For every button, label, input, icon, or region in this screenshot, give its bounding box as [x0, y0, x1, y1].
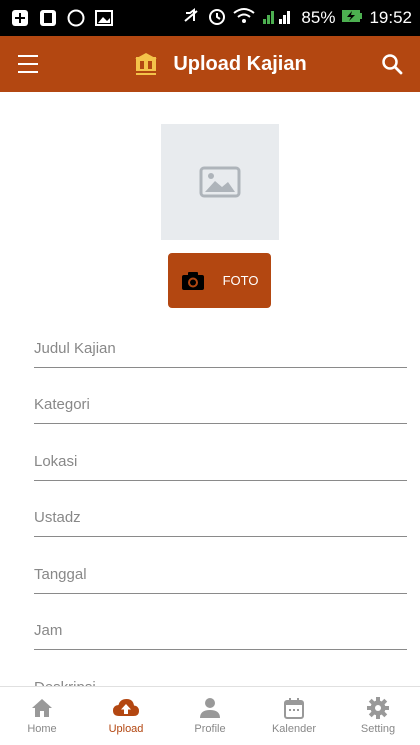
ustadz-input[interactable]	[34, 502, 407, 532]
jam-input[interactable]	[34, 615, 407, 645]
app-logo-icon	[133, 51, 159, 77]
lokasi-input[interactable]	[34, 446, 407, 476]
plus-notification-icon	[10, 9, 30, 27]
nav-upload[interactable]: Upload	[84, 687, 168, 745]
person-icon	[200, 698, 220, 718]
calendar-icon	[284, 698, 304, 719]
bottom-navigation: Home Upload Profile Kalender Setting	[0, 686, 420, 745]
search-button[interactable]	[364, 36, 420, 92]
ustadz-field	[34, 502, 407, 537]
image-placeholder-icon	[199, 166, 241, 198]
lokasi-field	[34, 446, 407, 481]
foto-button-label: FOTO	[222, 273, 259, 288]
notification-icons	[10, 9, 114, 27]
nav-setting[interactable]: Setting	[336, 687, 420, 745]
judul-kajian-field	[34, 333, 407, 368]
menu-button[interactable]	[0, 36, 56, 92]
judul-kajian-input[interactable]	[34, 333, 407, 363]
nav-kalender[interactable]: Kalender	[252, 687, 336, 745]
photo-preview	[161, 124, 279, 240]
battery-level: 85%	[301, 8, 336, 27]
app-bar-title-group: Upload Kajian	[76, 51, 364, 77]
clock: 19:52	[369, 8, 412, 27]
n-notification-icon	[38, 9, 58, 27]
jam-field	[34, 615, 407, 650]
status-bar: 85% 19:52	[0, 0, 420, 36]
nav-profile-label: Profile	[194, 723, 226, 735]
cloud-upload-icon	[113, 699, 139, 716]
gear-icon	[367, 697, 389, 719]
tanggal-input[interactable]	[34, 559, 407, 589]
nav-kalender-label: Kalender	[271, 723, 317, 735]
search-icon	[382, 54, 403, 75]
system-icons: 85% 19:52	[181, 7, 412, 30]
camera-icon	[181, 271, 204, 290]
kategori-input[interactable]	[34, 389, 407, 419]
whatsapp-icon	[66, 9, 86, 27]
mute-icon	[181, 7, 201, 30]
nav-setting-label: Setting	[360, 723, 396, 735]
nav-home[interactable]: Home	[0, 687, 84, 745]
signal-icon	[261, 7, 295, 30]
page-title: Upload Kajian	[173, 52, 307, 75]
home-icon	[32, 699, 52, 717]
app-bar: Upload Kajian	[0, 36, 420, 92]
foto-button[interactable]: FOTO	[168, 253, 271, 308]
battery-charging-icon	[341, 7, 363, 30]
alarm-icon	[207, 7, 227, 30]
nav-upload-label: Upload	[108, 723, 144, 735]
tanggal-field	[34, 559, 407, 594]
nav-profile[interactable]: Profile	[168, 687, 252, 745]
kategori-field	[34, 389, 407, 424]
wifi-icon	[233, 7, 256, 30]
gallery-notification-icon	[94, 9, 114, 27]
hamburger-icon	[18, 55, 38, 73]
nav-home-label: Home	[27, 723, 57, 735]
